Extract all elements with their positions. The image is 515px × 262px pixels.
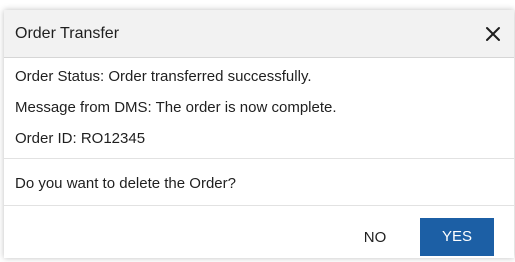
close-icon <box>486 27 500 41</box>
confirmation-section: Do you want to delete the Order? <box>4 159 514 206</box>
order-id-text: Order ID: RO12345 <box>15 130 146 147</box>
dialog-footer: NO YES <box>4 206 514 258</box>
order-info-section: Order Status: Order transferred successf… <box>4 58 514 159</box>
no-button[interactable]: NO <box>339 218 411 256</box>
dms-message-text: Message from DMS: The order is now compl… <box>15 99 337 116</box>
order-transfer-dialog: Order Transfer Order Status: Order trans… <box>4 10 514 258</box>
delete-order-question: Do you want to delete the Order? <box>15 175 236 192</box>
yes-button[interactable]: YES <box>420 218 494 256</box>
dialog-header: Order Transfer <box>4 10 514 58</box>
dialog-title: Order Transfer <box>15 25 120 42</box>
close-button[interactable] <box>482 23 504 45</box>
order-status-text: Order Status: Order transferred successf… <box>15 68 312 85</box>
